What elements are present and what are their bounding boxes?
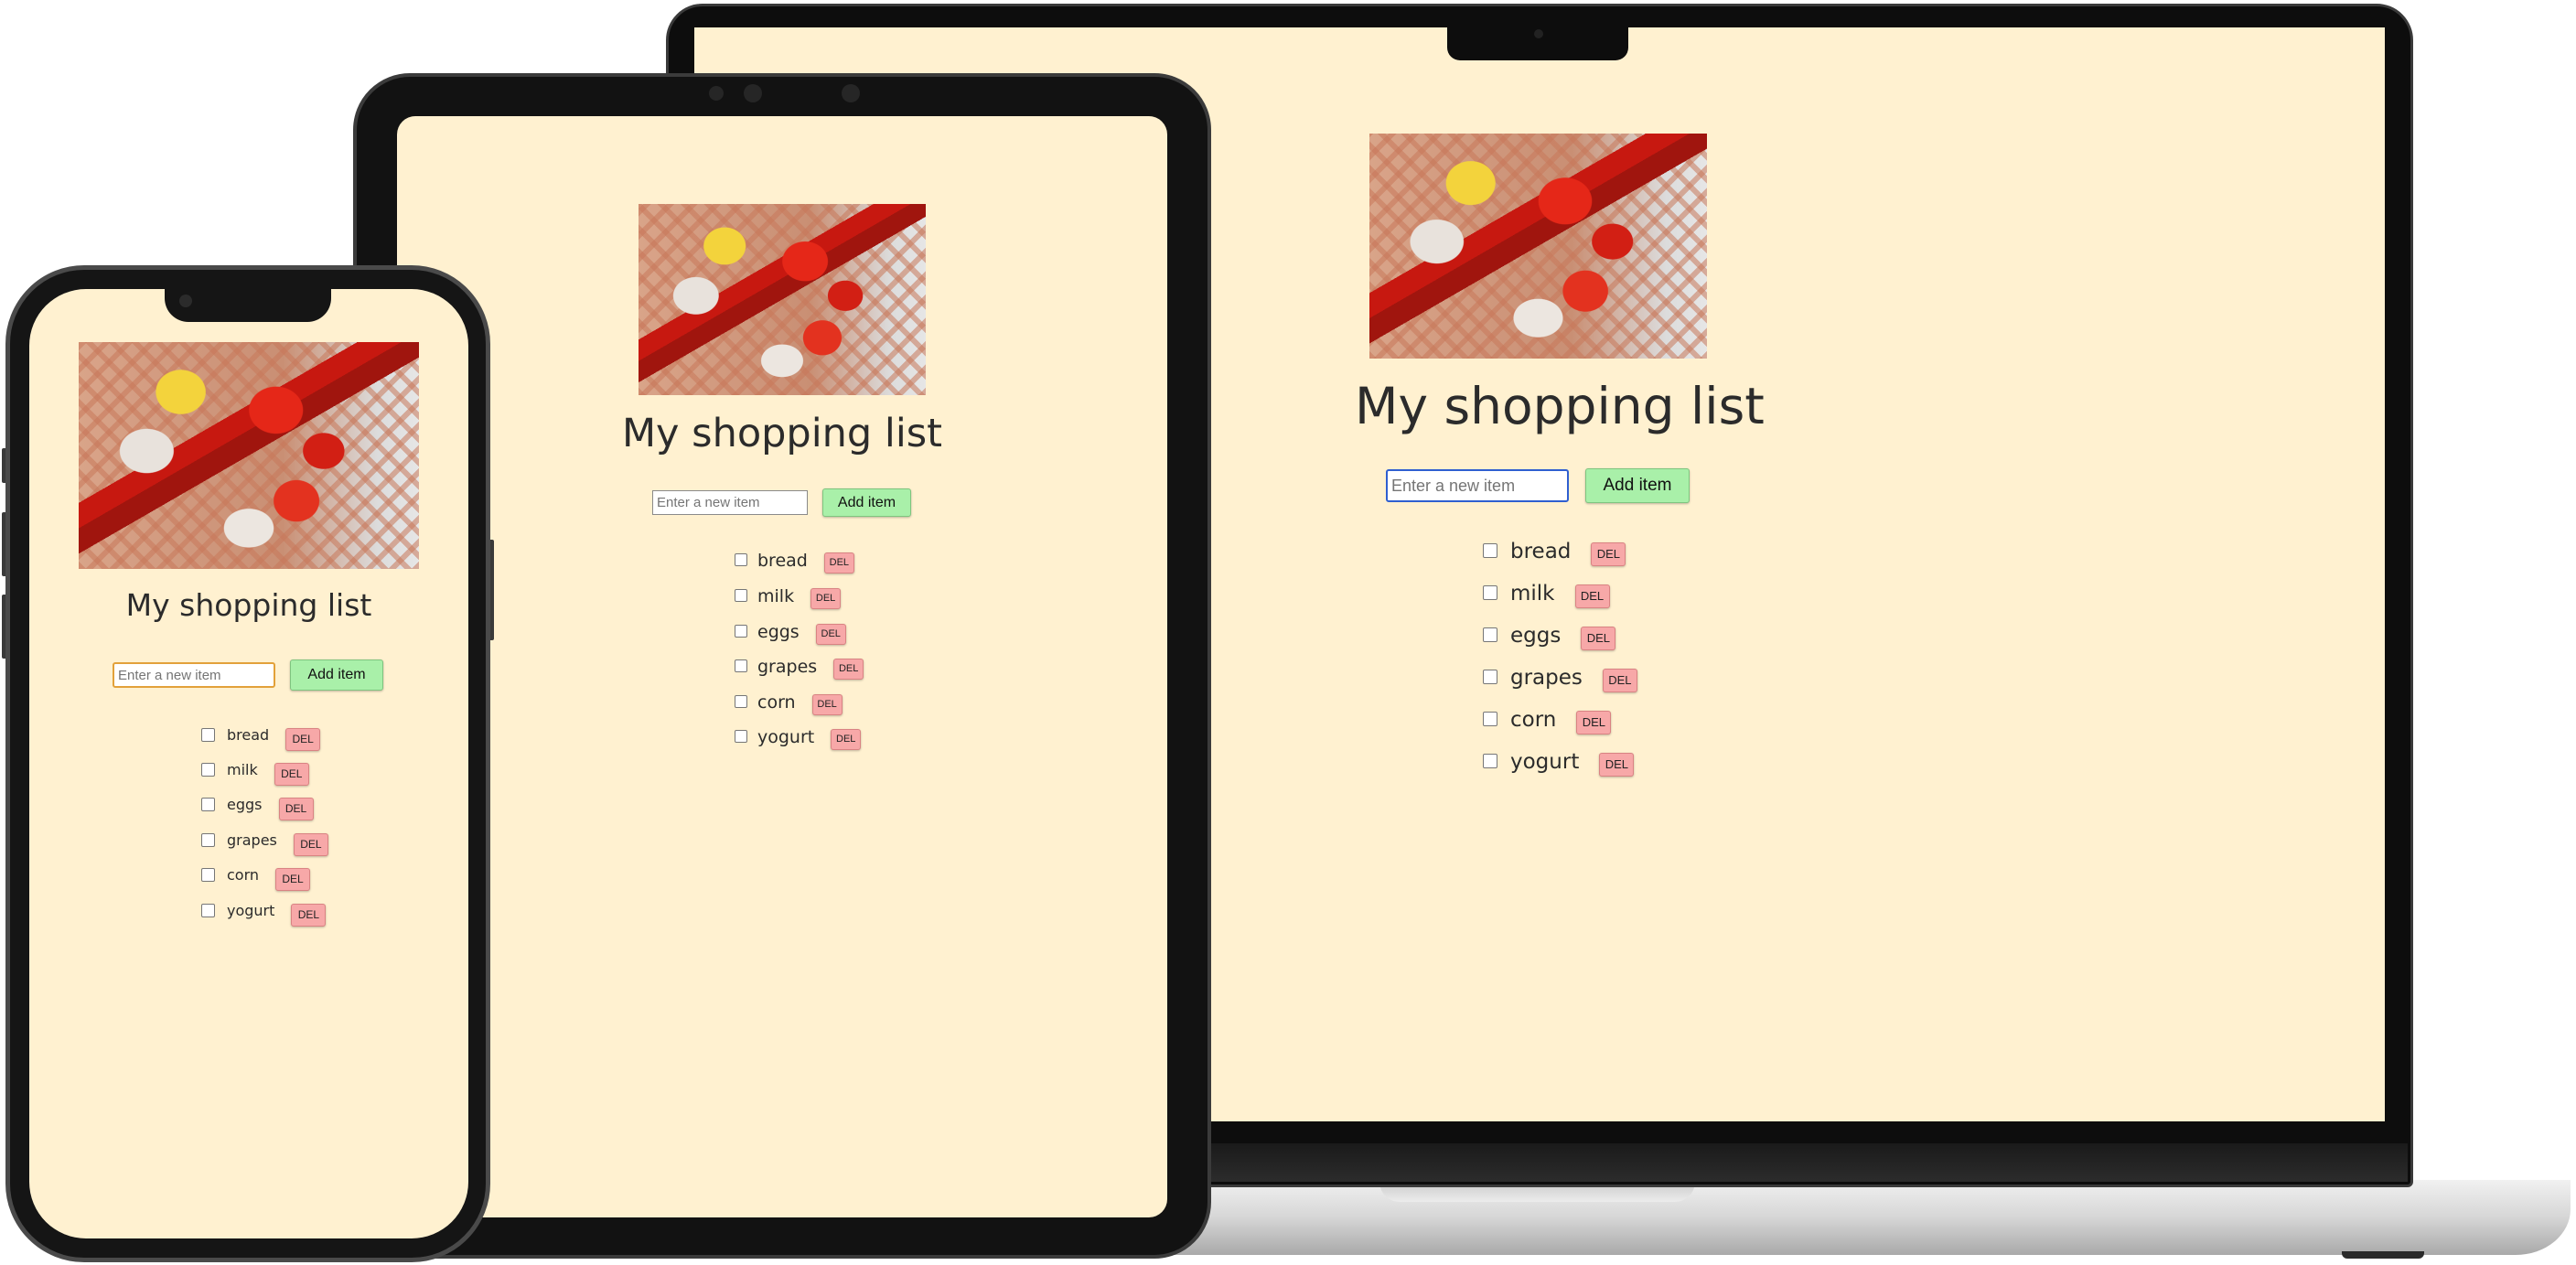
laptop-camera-icon xyxy=(1534,29,1543,38)
checkbox-icon[interactable] xyxy=(1483,585,1497,600)
delete-button[interactable]: DEL xyxy=(1576,711,1612,734)
new-item-input[interactable] xyxy=(113,662,275,688)
delete-button[interactable]: DEL xyxy=(293,833,328,856)
checkbox-icon[interactable] xyxy=(201,904,215,917)
checkbox-icon[interactable] xyxy=(735,730,747,743)
list-item: milk DEL xyxy=(201,761,309,786)
item-label: yogurt xyxy=(1510,750,1580,774)
tablet-sensor-icon xyxy=(842,84,860,102)
list-item: corn DEL xyxy=(1483,708,1612,734)
checkbox-icon[interactable] xyxy=(735,625,747,638)
list-item: milk DEL xyxy=(1483,582,1610,608)
list-item: grapes DEL xyxy=(1483,666,1637,692)
item-label: yogurt xyxy=(757,727,815,747)
delete-button[interactable]: DEL xyxy=(1599,753,1635,777)
add-item-button[interactable]: Add item xyxy=(1585,468,1690,503)
item-label: corn xyxy=(227,866,260,884)
phone-camera-icon xyxy=(179,295,192,307)
delete-button[interactable]: DEL xyxy=(815,624,846,645)
page-title: My shopping list xyxy=(125,587,372,623)
tablet-camera-icon xyxy=(709,86,724,101)
list-item: corn DEL xyxy=(201,866,311,891)
checkbox-icon[interactable] xyxy=(735,553,747,566)
checkbox-icon[interactable] xyxy=(201,833,215,847)
delete-button[interactable]: DEL xyxy=(831,729,862,750)
new-item-input[interactable] xyxy=(652,490,808,515)
checkbox-icon[interactable] xyxy=(201,868,215,882)
checkbox-icon[interactable] xyxy=(1483,543,1497,558)
item-label: milk xyxy=(227,761,258,778)
list-item: eggs DEL xyxy=(735,622,846,645)
list-item: yogurt DEL xyxy=(1483,750,1635,777)
checkbox-icon[interactable] xyxy=(1483,670,1497,684)
list-item: bread DEL xyxy=(1483,540,1626,566)
delete-button[interactable]: DEL xyxy=(275,868,311,891)
hero-image xyxy=(1369,134,1707,359)
add-item-button[interactable]: Add item xyxy=(822,488,911,517)
list-item: corn DEL xyxy=(735,692,843,715)
item-label: milk xyxy=(1510,582,1555,606)
checkbox-icon[interactable] xyxy=(201,798,215,811)
delete-button[interactable]: DEL xyxy=(1602,669,1637,692)
item-label: grapes xyxy=(1510,666,1583,690)
page-title: My shopping list xyxy=(1355,377,1765,435)
item-label: corn xyxy=(1510,708,1557,732)
checkbox-icon[interactable] xyxy=(735,589,747,602)
item-label: eggs xyxy=(227,796,263,813)
delete-button[interactable]: DEL xyxy=(823,552,854,574)
phone-screen: My shopping list Add item bread DEL milk D… xyxy=(29,289,468,1238)
checkbox-icon[interactable] xyxy=(1483,627,1497,642)
checkbox-icon[interactable] xyxy=(1483,754,1497,768)
delete-button[interactable]: DEL xyxy=(285,728,321,751)
checkbox-icon[interactable] xyxy=(735,695,747,708)
item-label: eggs xyxy=(1510,624,1562,648)
list-item: milk DEL xyxy=(735,586,842,609)
list-item: eggs DEL xyxy=(201,796,314,820)
item-label: eggs xyxy=(757,622,800,642)
tablet-app: My shopping list Add item breadDEL milkD… xyxy=(397,116,1167,1217)
delete-button[interactable]: DEL xyxy=(1581,627,1616,650)
list-item: grapes DEL xyxy=(735,657,864,680)
item-label: bread xyxy=(1510,540,1572,563)
item-label: bread xyxy=(757,551,808,571)
delete-button[interactable]: DEL xyxy=(810,588,842,609)
delete-button[interactable]: DEL xyxy=(278,798,314,820)
item-label: milk xyxy=(757,586,795,606)
item-label: bread xyxy=(227,726,270,744)
new-item-input[interactable] xyxy=(1386,469,1569,502)
list-item: eggs DEL xyxy=(1483,624,1616,650)
delete-button[interactable]: DEL xyxy=(1574,584,1610,608)
hero-image xyxy=(79,342,419,569)
hero-image xyxy=(639,204,926,395)
item-label: grapes xyxy=(757,657,818,677)
delete-button[interactable]: DEL xyxy=(291,904,327,927)
phone-app: My shopping list Add item bread DEL milk D… xyxy=(29,289,468,1238)
tablet-screen: My shopping list Add item breadDEL milkD… xyxy=(397,116,1167,1217)
laptop-foot xyxy=(2342,1251,2424,1259)
add-item-button[interactable]: Add item xyxy=(290,659,383,691)
list-item: bread DEL xyxy=(735,551,854,574)
item-label: corn xyxy=(757,692,796,713)
list-item: yogurt DEL xyxy=(735,727,862,750)
delete-button[interactable]: DEL xyxy=(811,694,843,715)
list-item: bread DEL xyxy=(201,726,321,751)
checkbox-icon[interactable] xyxy=(201,763,215,777)
checkbox-icon[interactable] xyxy=(201,728,215,742)
checkbox-icon[interactable] xyxy=(1483,712,1497,726)
list-item: yogurt DEL xyxy=(201,902,327,927)
tablet-sensor-icon xyxy=(744,84,762,102)
delete-button[interactable]: DEL xyxy=(274,763,309,786)
list-item: grapes DEL xyxy=(201,831,328,856)
delete-button[interactable]: DEL xyxy=(1591,542,1626,566)
page-title: My shopping list xyxy=(621,411,943,456)
item-label: grapes xyxy=(227,831,277,849)
delete-button[interactable]: DEL xyxy=(833,659,864,680)
item-label: yogurt xyxy=(227,902,275,919)
checkbox-icon[interactable] xyxy=(735,659,747,672)
